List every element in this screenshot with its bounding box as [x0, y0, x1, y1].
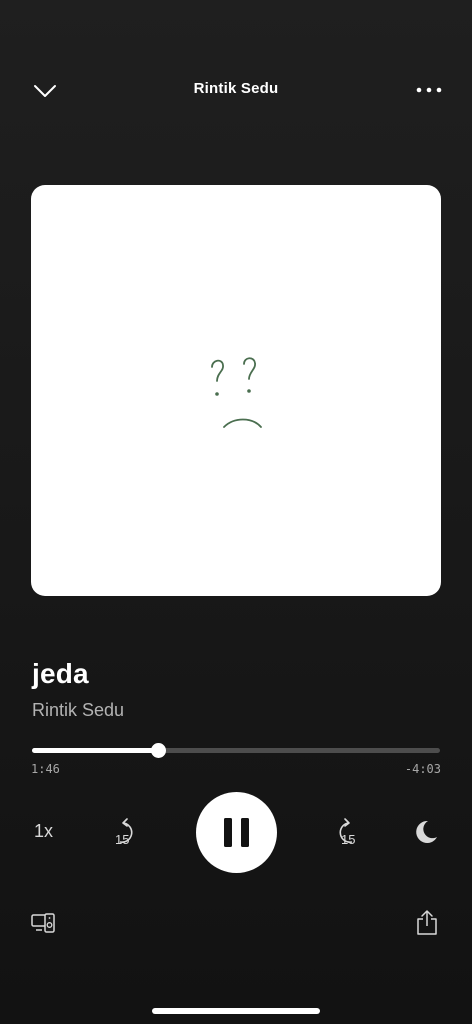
track-info: jeda Rintik Sedu: [32, 658, 124, 721]
track-title[interactable]: jeda: [32, 658, 124, 690]
progress-slider[interactable]: [32, 743, 440, 758]
rewind-15-button[interactable]: 15: [110, 814, 144, 848]
sleep-timer-button[interactable]: [412, 818, 440, 846]
forward-15-button[interactable]: 15: [328, 814, 362, 848]
album-artwork: [31, 185, 441, 596]
svg-text:15: 15: [115, 832, 129, 847]
progress-knob[interactable]: [151, 743, 166, 758]
pause-button[interactable]: [196, 792, 277, 873]
pause-icon: [224, 818, 249, 847]
page-title: Rintik Sedu: [193, 80, 279, 97]
forward-15-icon: 15: [339, 818, 355, 847]
moon-icon: [416, 820, 437, 843]
now-playing-screen: Rintik Sedu jeda Rintik Sedu 1:46 -4:03 …: [0, 0, 472, 1024]
playback-speed-button[interactable]: 1x: [34, 821, 53, 842]
svg-text:15: 15: [341, 832, 355, 847]
share-icon: [417, 910, 437, 935]
share-button[interactable]: [414, 908, 440, 938]
elapsed-time: 1:46: [31, 762, 60, 776]
progress-fill: [32, 748, 158, 753]
remaining-time: -4:03: [404, 762, 441, 776]
connect-device-button[interactable]: [30, 910, 58, 938]
rewind-15-icon: 15: [115, 818, 133, 847]
more-dots-icon[interactable]: [414, 78, 444, 102]
bottom-bar: [0, 906, 472, 946]
playback-controls: 1x 15 15: [0, 792, 472, 874]
track-artist[interactable]: Rintik Sedu: [32, 700, 124, 721]
question-frown-doodle-icon: [211, 357, 262, 428]
top-bar: Rintik Sedu: [0, 70, 472, 110]
home-indicator[interactable]: [152, 1008, 320, 1014]
connect-device-icon: [31, 913, 55, 933]
